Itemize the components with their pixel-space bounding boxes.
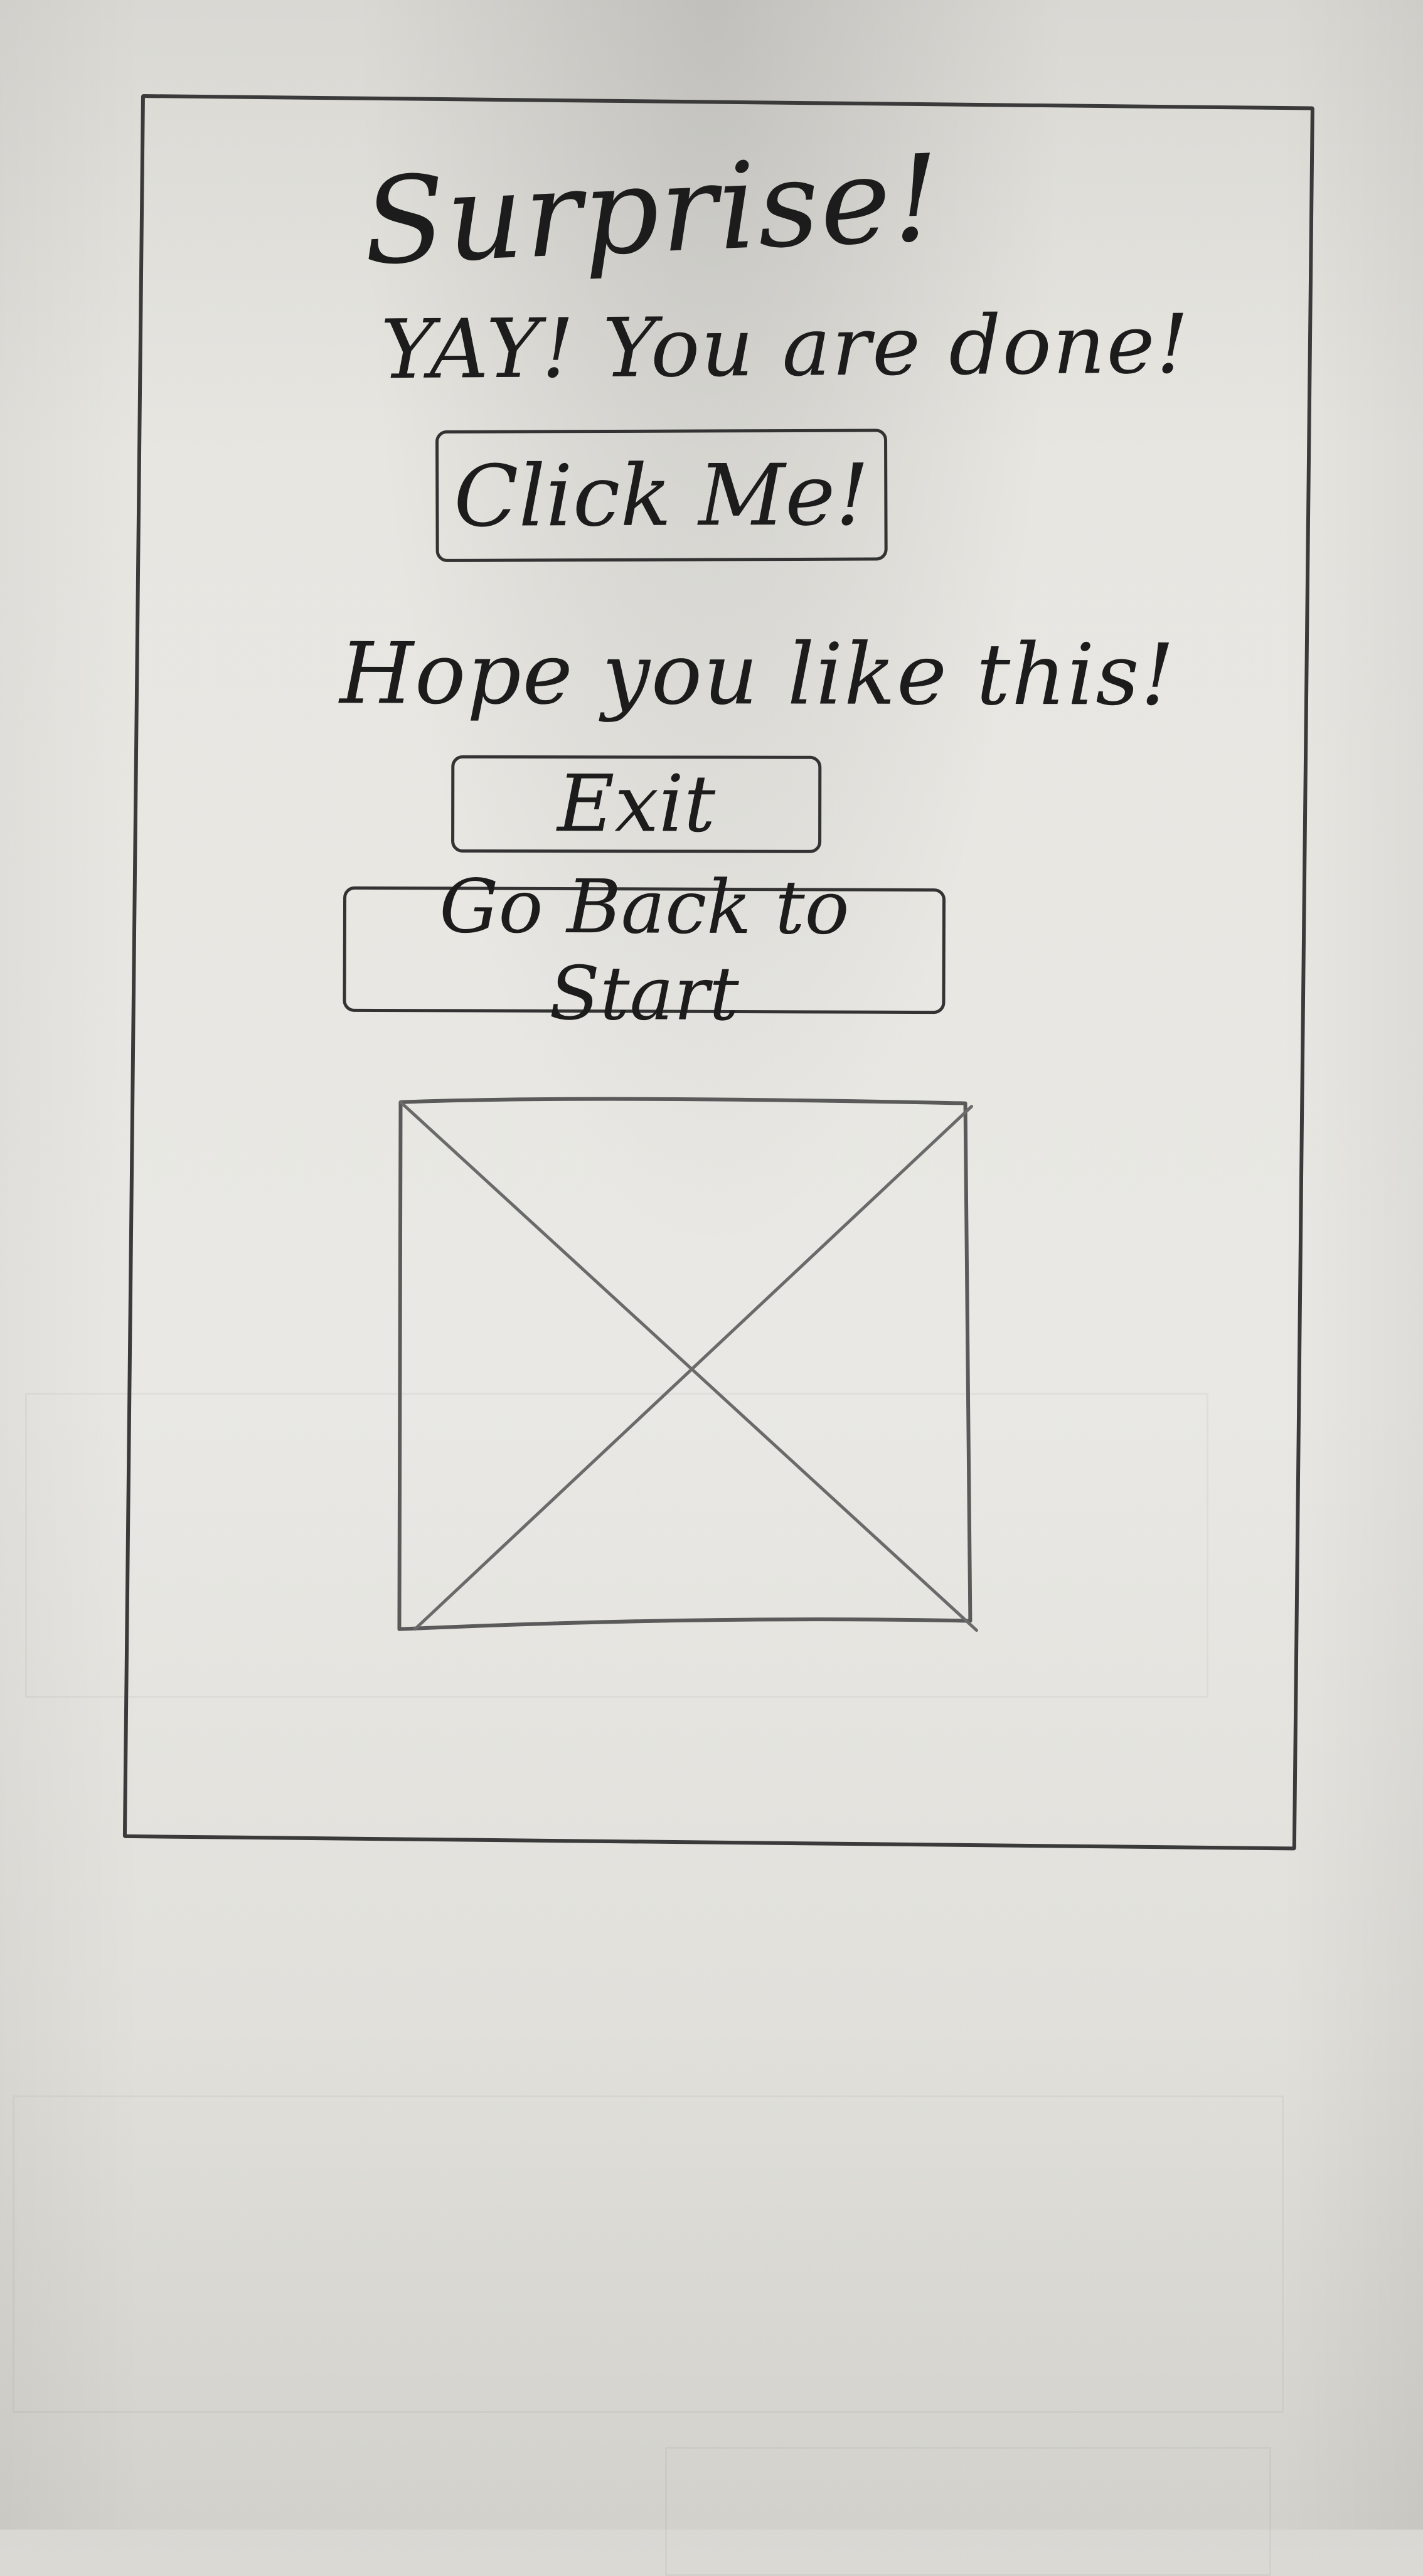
go-back-to-start-button[interactable]: Go Back to Start <box>343 863 946 1037</box>
surprise-screen: Surprise! YAY! You are done! Click Me! H… <box>127 98 1311 1846</box>
image-placeholder-icon <box>397 1097 978 1632</box>
page-title: Surprise! <box>360 129 944 292</box>
phone-frame: Surprise! YAY! You are done! Click Me! H… <box>122 94 1314 1851</box>
bleed-through-frame-lower <box>13 2095 1284 2413</box>
click-me-button[interactable]: Click Me! <box>435 428 888 562</box>
image-placeholder <box>388 1082 979 1636</box>
hope-message: Hope you like this! <box>339 624 1176 725</box>
completion-subtitle: YAY! You are done! <box>380 296 1191 398</box>
bleed-through-button <box>665 2447 1271 2576</box>
exit-button[interactable]: Exit <box>451 755 822 853</box>
